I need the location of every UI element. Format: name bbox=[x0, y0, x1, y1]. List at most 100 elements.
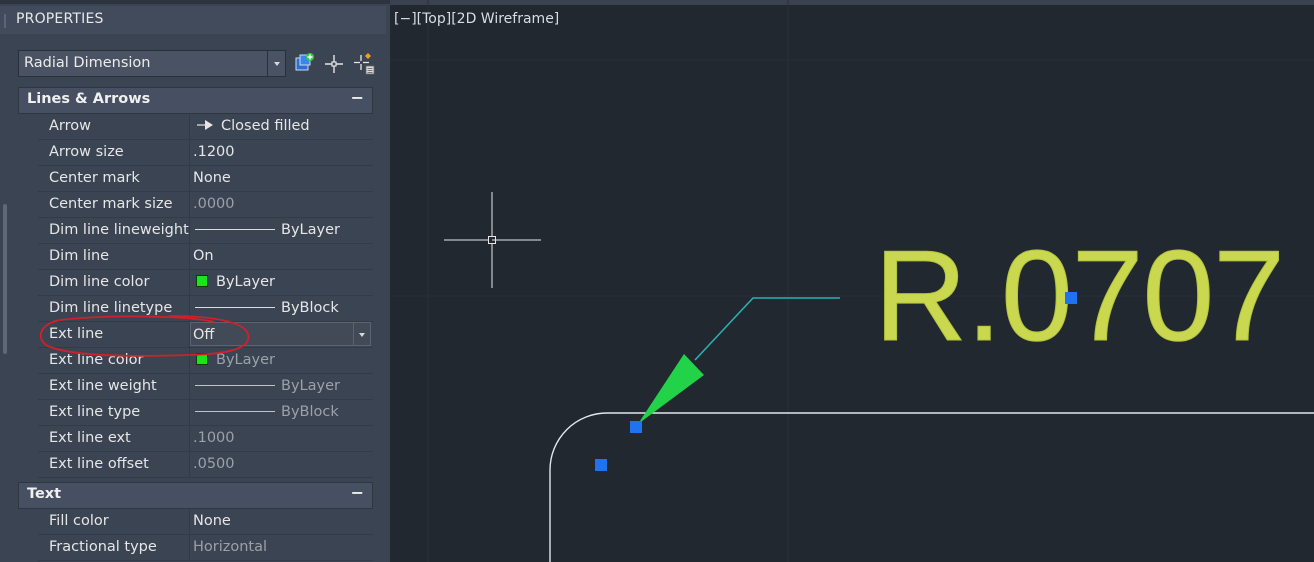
property-row-arrow-size[interactable]: Arrow size .1200 bbox=[38, 140, 373, 166]
property-name: Ext line type bbox=[38, 400, 190, 425]
select-objects-icon[interactable] bbox=[322, 52, 346, 76]
line-preview-icon bbox=[195, 411, 275, 412]
palette-title: PROPERTIES bbox=[16, 11, 104, 27]
viewport-controls-label[interactable]: [−][Top][2D Wireframe] bbox=[394, 11, 559, 27]
section-title: Lines & Arrows bbox=[27, 91, 151, 107]
palette-scroll-thumb[interactable] bbox=[3, 204, 7, 354]
crosshair-cursor bbox=[444, 192, 541, 288]
collapse-icon[interactable]: − bbox=[351, 88, 364, 107]
property-row-ext-line-ext[interactable]: Ext line ext .1000 bbox=[38, 426, 373, 452]
property-value[interactable]: .1200 bbox=[191, 140, 373, 165]
property-name: Dim line color bbox=[38, 270, 190, 295]
property-row-ext-line-offset[interactable]: Ext line offset .0500 bbox=[38, 452, 373, 478]
property-value[interactable]: Horizontal bbox=[191, 535, 373, 560]
property-row-ext-line-type[interactable]: Ext line type ByBlock bbox=[38, 400, 373, 426]
property-value-text: ByLayer bbox=[216, 352, 275, 368]
property-value[interactable]: ByLayer bbox=[191, 270, 373, 295]
property-value-text: .1200 bbox=[193, 144, 235, 160]
chevron-down-icon[interactable] bbox=[267, 51, 285, 76]
property-name: Ext line weight bbox=[38, 374, 190, 399]
property-name: Ext line offset bbox=[38, 452, 190, 477]
property-name: Ext line bbox=[38, 322, 190, 347]
section-lines-arrows[interactable]: Lines & Arrows − bbox=[18, 87, 373, 114]
property-value-text: None bbox=[193, 170, 231, 186]
grip-text-point[interactable] bbox=[1065, 292, 1077, 304]
property-value-text: Off bbox=[193, 327, 215, 343]
quick-select-icon[interactable] bbox=[352, 52, 376, 76]
property-value[interactable]: ByLayer bbox=[191, 374, 373, 399]
grip-arrow-point[interactable] bbox=[630, 421, 642, 433]
property-value[interactable]: .1000 bbox=[191, 426, 373, 451]
property-name: Ext line ext bbox=[38, 426, 190, 451]
property-value-text: ByBlock bbox=[281, 404, 339, 420]
property-name: Center mark size bbox=[38, 192, 190, 217]
property-value-text: ByLayer bbox=[216, 274, 275, 290]
property-name: Fill color bbox=[38, 509, 190, 534]
part-outline bbox=[549, 412, 1314, 562]
property-value-text: Horizontal bbox=[193, 539, 268, 555]
property-value[interactable]: None bbox=[191, 166, 373, 191]
chevron-down-icon[interactable] bbox=[353, 323, 370, 345]
property-value-text: .1000 bbox=[193, 430, 235, 446]
property-name: Arrow bbox=[38, 114, 190, 139]
property-value-text: None bbox=[193, 513, 231, 529]
property-value[interactable]: ByBlock bbox=[191, 400, 373, 425]
collapse-icon[interactable]: − bbox=[351, 483, 364, 502]
property-value[interactable]: ByBlock bbox=[191, 296, 373, 321]
palette-scrollbar[interactable] bbox=[0, 36, 10, 562]
property-value[interactable]: ByLayer bbox=[191, 348, 373, 373]
properties-palette: PROPERTIES Radial Dimension Lines & Arro… bbox=[0, 0, 390, 562]
closed-filled-arrow-icon bbox=[197, 115, 215, 140]
property-name: Fractional type bbox=[38, 535, 190, 560]
palette-title-bar[interactable]: PROPERTIES bbox=[0, 6, 386, 34]
dimension-leader bbox=[694, 297, 840, 361]
property-value-text: .0000 bbox=[193, 196, 235, 212]
property-value[interactable]: .0000 bbox=[191, 192, 373, 217]
palette-grip[interactable] bbox=[4, 14, 6, 28]
line-preview-icon bbox=[195, 385, 275, 386]
property-row-ext-line[interactable]: Ext line Off bbox=[38, 322, 373, 348]
property-row-dim-line-lineweight[interactable]: Dim line lineweight ByLayer bbox=[38, 218, 373, 244]
grip-center-point[interactable] bbox=[595, 459, 607, 471]
dimension-text[interactable]: R.0707 bbox=[874, 231, 1286, 361]
line-preview-icon bbox=[195, 229, 275, 230]
section-title: Text bbox=[27, 486, 62, 502]
property-name: Dim line lineweight bbox=[38, 218, 190, 243]
property-row-dim-line-color[interactable]: Dim line color ByLayer bbox=[38, 270, 373, 296]
color-swatch bbox=[196, 275, 208, 287]
property-value[interactable]: None bbox=[191, 509, 373, 534]
property-row-fractional-type[interactable]: Fractional type Horizontal bbox=[38, 535, 373, 561]
property-value-text: Closed filled bbox=[221, 118, 310, 134]
property-name: Ext line color bbox=[38, 348, 190, 373]
palette-top-strip bbox=[0, 0, 390, 4]
property-row-arrow[interactable]: Arrow Closed filled bbox=[38, 114, 373, 140]
object-type-value: Radial Dimension bbox=[24, 55, 151, 71]
property-row-ext-line-color[interactable]: Ext line color ByLayer bbox=[38, 348, 373, 374]
property-name: Arrow size bbox=[38, 140, 190, 165]
property-row-dim-line-linetype[interactable]: Dim line linetype ByBlock bbox=[38, 296, 373, 322]
color-swatch bbox=[196, 353, 208, 365]
property-value-text: ByLayer bbox=[281, 378, 340, 394]
toggle-pickadd-icon[interactable] bbox=[293, 52, 317, 76]
property-value[interactable]: Closed filled bbox=[191, 114, 373, 139]
property-value[interactable]: .0500 bbox=[191, 452, 373, 477]
property-value-text: .0500 bbox=[193, 456, 235, 472]
property-row-center-mark[interactable]: Center mark None bbox=[38, 166, 373, 192]
section-text[interactable]: Text − bbox=[18, 482, 373, 509]
property-name: Dim line linetype bbox=[38, 296, 190, 321]
property-value-text: ByLayer bbox=[281, 222, 340, 238]
property-name: Center mark bbox=[38, 166, 190, 191]
property-value[interactable]: Off bbox=[190, 322, 371, 346]
property-value-text: ByBlock bbox=[281, 300, 339, 316]
property-value-text: On bbox=[193, 248, 214, 264]
object-type-select[interactable]: Radial Dimension bbox=[18, 50, 286, 77]
property-value[interactable]: On bbox=[191, 244, 373, 269]
drawing-viewport[interactable]: [−][Top][2D Wireframe] R.0707 bbox=[390, 0, 1314, 562]
property-row-center-mark-size[interactable]: Center mark size .0000 bbox=[38, 192, 373, 218]
property-name: Dim line bbox=[38, 244, 190, 269]
property-row-dim-line[interactable]: Dim line On bbox=[38, 244, 373, 270]
property-row-ext-line-weight[interactable]: Ext line weight ByLayer bbox=[38, 374, 373, 400]
property-row-fill-color[interactable]: Fill color None bbox=[38, 509, 373, 535]
property-value[interactable]: ByLayer bbox=[191, 218, 373, 243]
line-preview-icon bbox=[195, 307, 275, 308]
